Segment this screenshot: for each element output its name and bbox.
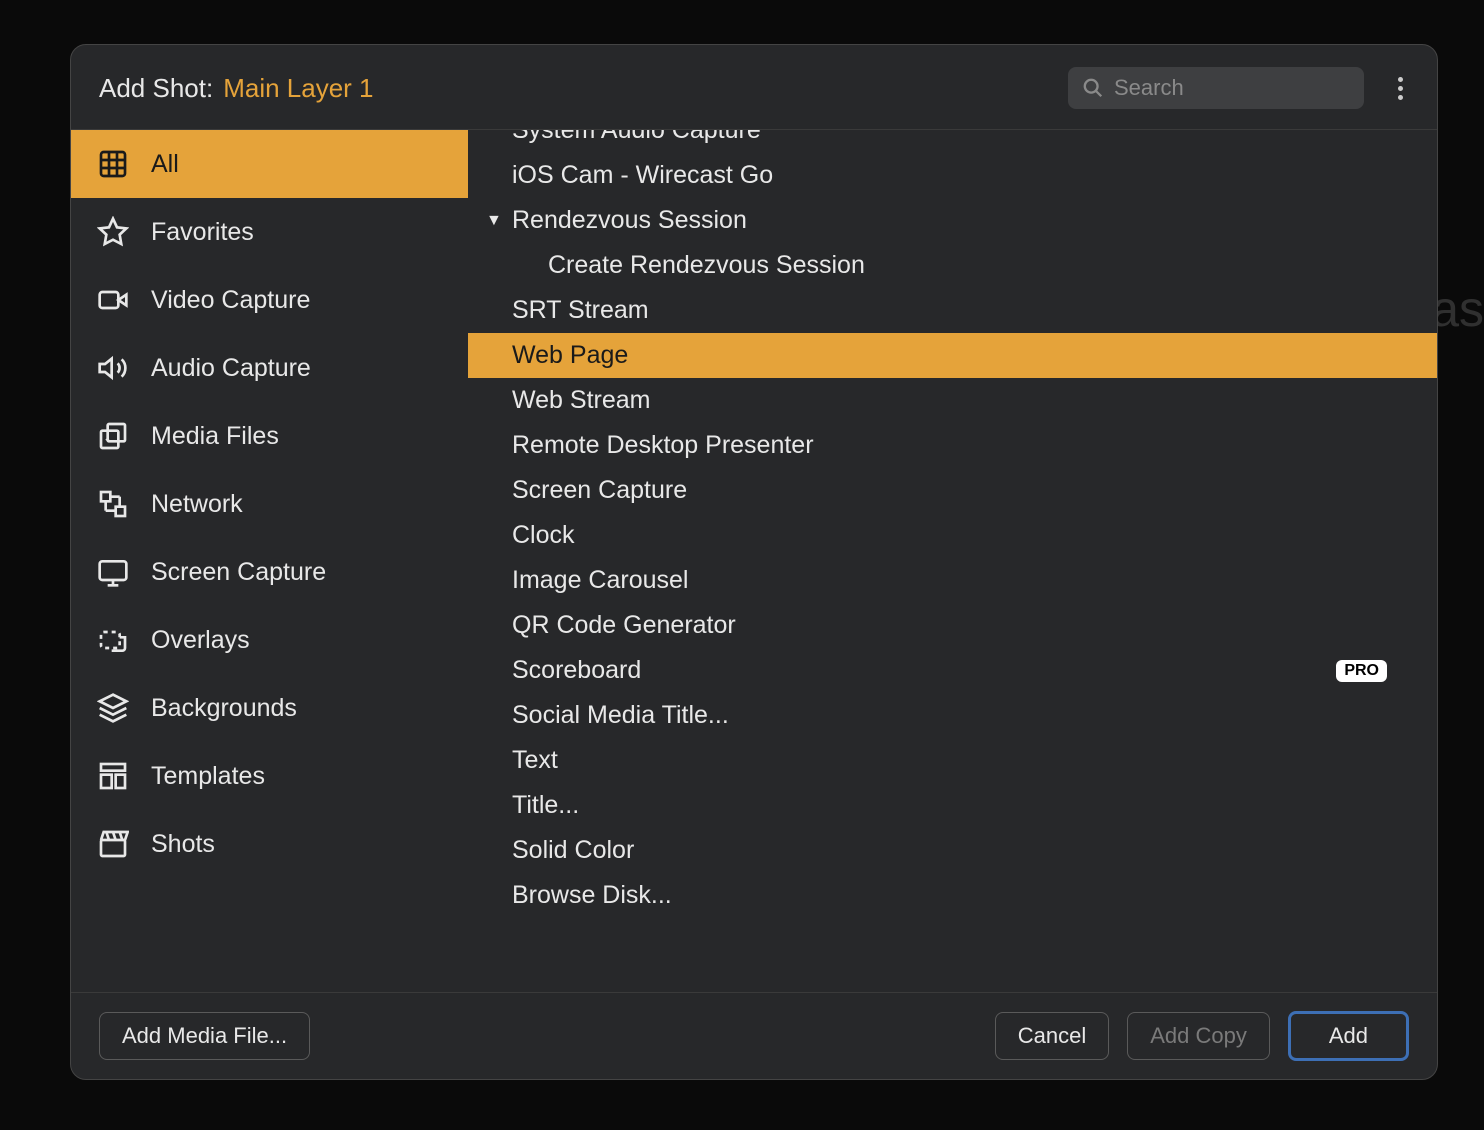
sidebar-item-label: Video Capture bbox=[151, 286, 310, 315]
list-item[interactable]: Text bbox=[468, 738, 1437, 783]
sidebar-item-network[interactable]: Network bbox=[71, 470, 468, 538]
cancel-button[interactable]: Cancel bbox=[995, 1012, 1109, 1060]
sidebar-item-label: Overlays bbox=[151, 626, 250, 655]
sidebar-item-favorites[interactable]: Favorites bbox=[71, 198, 468, 266]
list-item[interactable]: Web Stream bbox=[468, 378, 1437, 423]
list-item[interactable]: Image Carousel bbox=[468, 558, 1437, 603]
sidebar-item-shots[interactable]: Shots bbox=[71, 810, 468, 878]
title-layer: Main Layer 1 bbox=[223, 73, 373, 104]
background-text: as bbox=[1431, 280, 1484, 338]
list-item-label: SRT Stream bbox=[512, 296, 649, 325]
list-item-label: Browse Disk... bbox=[512, 881, 672, 910]
list-item[interactable]: Web Page bbox=[468, 333, 1437, 378]
list-item[interactable]: Remote Desktop Presenter bbox=[468, 423, 1437, 468]
search-field[interactable] bbox=[1068, 67, 1364, 109]
sidebar-item-label: Templates bbox=[151, 762, 265, 791]
network-icon bbox=[95, 486, 131, 522]
sidebar-item-audio-capture[interactable]: Audio Capture bbox=[71, 334, 468, 402]
category-sidebar: All Favorites Video Capture Audio Capture Me… bbox=[71, 130, 468, 992]
add-shot-dialog: Add Shot: Main Layer 1 All Favorites Video… bbox=[70, 44, 1438, 1080]
sidebar-item-label: Favorites bbox=[151, 218, 254, 247]
list-item-label: Solid Color bbox=[512, 836, 634, 865]
layers-icon bbox=[95, 690, 131, 726]
sidebar-item-templates[interactable]: Templates bbox=[71, 742, 468, 810]
search-icon bbox=[1082, 77, 1104, 99]
list-item-label: System Audio Capture bbox=[512, 130, 761, 145]
clapper-icon bbox=[95, 826, 131, 862]
list-item-label: Text bbox=[512, 746, 558, 775]
dialog-titlebar: Add Shot: Main Layer 1 bbox=[71, 45, 1437, 129]
list-item[interactable]: Social Media Title... bbox=[468, 693, 1437, 738]
list-item[interactable]: SRT Stream bbox=[468, 288, 1437, 333]
list-item-label: Rendezvous Session bbox=[512, 206, 747, 235]
list-item-label: QR Code Generator bbox=[512, 611, 736, 640]
list-item[interactable]: Scoreboard PRO bbox=[468, 648, 1437, 693]
add-button[interactable]: Add bbox=[1288, 1011, 1409, 1061]
source-list: System Audio Capture iOS Cam - Wirecast G… bbox=[468, 130, 1437, 992]
list-item[interactable]: QR Code Generator bbox=[468, 603, 1437, 648]
list-item-label: Screen Capture bbox=[512, 476, 687, 505]
sidebar-item-label: Audio Capture bbox=[151, 354, 311, 383]
disclosure-triangle-icon[interactable]: ▼ bbox=[486, 212, 502, 230]
list-item-label: Web Stream bbox=[512, 386, 650, 415]
sidebar-item-label: Backgrounds bbox=[151, 694, 297, 723]
monitor-icon bbox=[95, 554, 131, 590]
list-item[interactable]: Screen Capture bbox=[468, 468, 1437, 513]
more-menu-button[interactable] bbox=[1392, 71, 1409, 106]
list-item-label: Scoreboard bbox=[512, 656, 641, 685]
overlay-icon bbox=[95, 622, 131, 658]
sidebar-item-media-files[interactable]: Media Files bbox=[71, 402, 468, 470]
list-item-label: Clock bbox=[512, 521, 575, 550]
add-copy-button[interactable]: Add Copy bbox=[1127, 1012, 1270, 1060]
video-icon bbox=[95, 282, 131, 318]
list-item[interactable]: Title... bbox=[468, 783, 1437, 828]
sidebar-item-label: All bbox=[151, 150, 179, 179]
list-item[interactable]: Browse Disk... bbox=[468, 873, 1437, 918]
sidebar-item-label: Shots bbox=[151, 830, 215, 859]
list-item[interactable]: Clock bbox=[468, 513, 1437, 558]
list-item[interactable]: System Audio Capture bbox=[468, 130, 1437, 153]
list-item[interactable]: Solid Color bbox=[468, 828, 1437, 873]
list-item-label: Image Carousel bbox=[512, 566, 688, 595]
grid-icon bbox=[95, 146, 131, 182]
sidebar-item-label: Network bbox=[151, 490, 243, 519]
add-media-file-button[interactable]: Add Media File... bbox=[99, 1012, 310, 1060]
media-icon bbox=[95, 418, 131, 454]
list-item-label: Create Rendezvous Session bbox=[548, 251, 865, 280]
dialog-footer: Add Media File... Cancel Add Copy Add bbox=[71, 992, 1437, 1079]
sidebar-item-all[interactable]: All bbox=[71, 130, 468, 198]
list-item-label: Remote Desktop Presenter bbox=[512, 431, 814, 460]
pro-badge: PRO bbox=[1336, 660, 1387, 682]
list-item[interactable]: iOS Cam - Wirecast Go bbox=[468, 153, 1437, 198]
list-item-label: Web Page bbox=[512, 341, 628, 370]
sidebar-item-screen-capture[interactable]: Screen Capture bbox=[71, 538, 468, 606]
list-item[interactable]: ▼ Rendezvous Session bbox=[468, 198, 1437, 243]
sidebar-item-label: Screen Capture bbox=[151, 558, 326, 587]
list-item-label: Title... bbox=[512, 791, 579, 820]
title-prefix: Add Shot: bbox=[99, 73, 213, 104]
sidebar-item-overlays[interactable]: Overlays bbox=[71, 606, 468, 674]
list-item-label: Social Media Title... bbox=[512, 701, 729, 730]
dialog-body: All Favorites Video Capture Audio Capture Me… bbox=[71, 129, 1437, 992]
list-item-label: iOS Cam - Wirecast Go bbox=[512, 161, 773, 190]
list-item[interactable]: Create Rendezvous Session bbox=[468, 243, 1437, 288]
sidebar-item-video-capture[interactable]: Video Capture bbox=[71, 266, 468, 334]
star-icon bbox=[95, 214, 131, 250]
sidebar-item-backgrounds[interactable]: Backgrounds bbox=[71, 674, 468, 742]
search-input[interactable] bbox=[1114, 75, 1350, 101]
sidebar-item-label: Media Files bbox=[151, 422, 279, 451]
template-icon bbox=[95, 758, 131, 794]
speaker-icon bbox=[95, 350, 131, 386]
